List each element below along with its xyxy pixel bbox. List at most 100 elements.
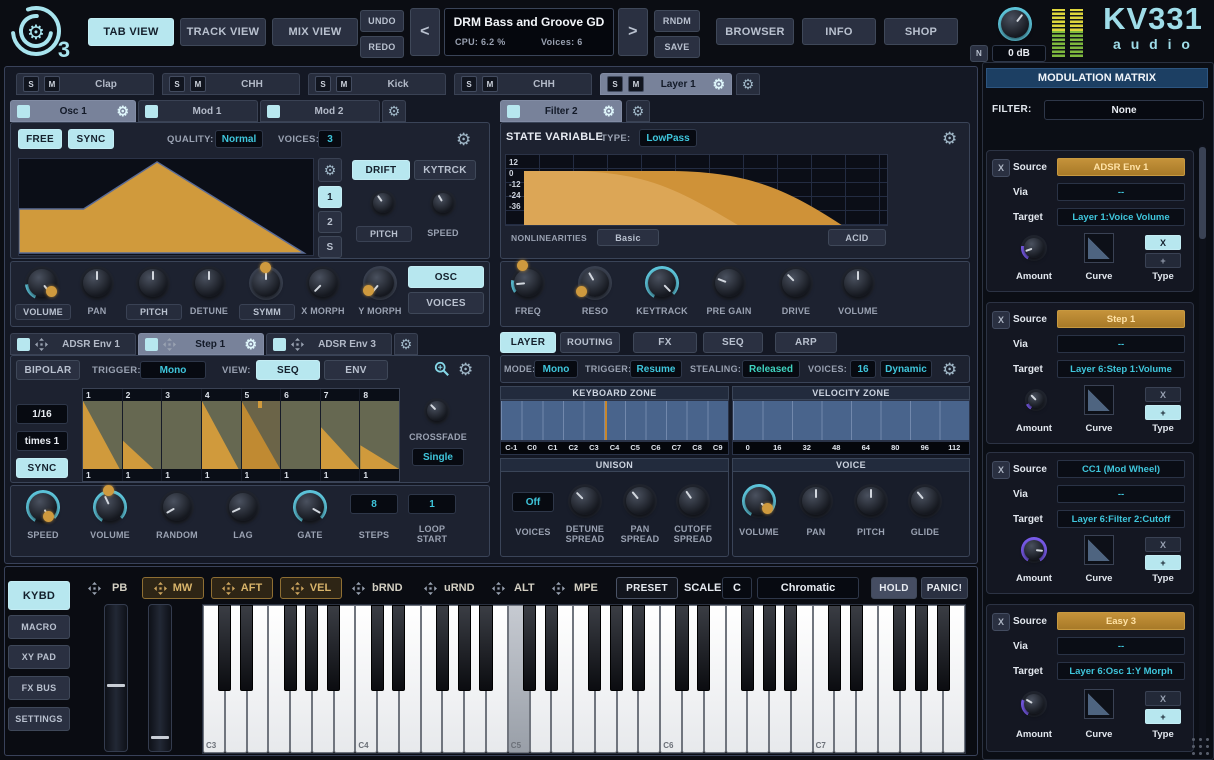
step-bar[interactable] <box>123 401 162 469</box>
mod-via-value[interactable]: -- <box>1057 637 1185 655</box>
vel-control[interactable]: VEL <box>280 577 342 599</box>
seq-lag-knob[interactable] <box>226 490 260 524</box>
step-cell[interactable]: 41 <box>202 389 242 481</box>
osc-detune-knob[interactable] <box>192 266 226 300</box>
redo-button[interactable]: REDO <box>360 36 404 58</box>
mod2-enable-checkbox[interactable] <box>267 105 280 118</box>
piano-key-black[interactable] <box>392 605 405 691</box>
scale-button[interactable]: SCALE <box>684 582 721 594</box>
preset-button[interactable]: PRESET <box>616 577 678 599</box>
oscillator-waveform-display[interactable] <box>18 158 314 256</box>
piano-key-black[interactable] <box>893 605 906 691</box>
mod-curve-selector[interactable] <box>1084 385 1114 415</box>
seq-tab-button[interactable]: SEQ <box>703 332 763 353</box>
seq-sync-button[interactable]: SYNC <box>16 458 68 478</box>
kybd-button[interactable]: KYBD <box>8 581 70 610</box>
seq-random-knob[interactable] <box>160 490 194 524</box>
osc-volume-knob[interactable] <box>25 266 59 300</box>
piano-key-black[interactable] <box>240 605 253 691</box>
mod-via-value[interactable]: -- <box>1057 183 1185 201</box>
seq-gear-icon[interactable]: ⚙ <box>458 361 473 378</box>
drift-button[interactable]: DRIFT <box>352 160 410 180</box>
mod-amount-knob[interactable] <box>1025 389 1047 411</box>
randomize-button[interactable]: RNDM <box>654 10 700 32</box>
mod-amount-knob[interactable] <box>1021 235 1047 261</box>
piano-key-black[interactable] <box>610 605 623 691</box>
layer-settings-gear-icon[interactable]: ⚙ <box>712 77 725 91</box>
piano-key-black[interactable] <box>284 605 297 691</box>
view-env-button[interactable]: ENV <box>324 360 388 380</box>
step-cell[interactable]: 61 <box>281 389 321 481</box>
mix-view-button[interactable]: MIX VIEW <box>272 18 358 46</box>
mod-via-value[interactable]: -- <box>1057 485 1185 503</box>
tab-adsr-env1[interactable]: ADSR Env 1 <box>10 333 136 355</box>
remove-slot-button[interactable]: X <box>992 311 1010 329</box>
filter-gear-icon[interactable]: ⚙ <box>942 130 957 147</box>
move-icon[interactable] <box>88 582 101 595</box>
prev-preset-button[interactable]: < <box>410 8 440 56</box>
info-button[interactable]: INFO <box>802 18 876 45</box>
tab-filter2[interactable]: Filter 2 ⚙ <box>500 100 622 122</box>
xy-pad-button[interactable]: XY PAD <box>8 645 70 669</box>
mod-type-plus-button[interactable]: + <box>1145 555 1181 570</box>
zoom-icon[interactable] <box>434 361 450 377</box>
piano-key-black[interactable] <box>784 605 797 691</box>
osc-sync-button[interactable]: SYNC <box>68 129 114 149</box>
wave-slot-s-button[interactable]: S <box>318 236 342 258</box>
scale-select[interactable]: Chromatic <box>757 577 859 599</box>
voice-volume-knob[interactable] <box>742 484 776 518</box>
seq-times-value[interactable]: times 1 <box>16 431 68 451</box>
mute-button[interactable]: M <box>190 76 206 92</box>
mod-amount-knob[interactable] <box>1021 691 1047 717</box>
cutoff-spread-knob[interactable] <box>676 484 710 518</box>
mod-filter-value[interactable]: None <box>1044 100 1204 120</box>
tab-mod1[interactable]: Mod 1 <box>138 100 258 122</box>
master-volume-knob[interactable] <box>998 7 1032 41</box>
quality-value[interactable]: Normal <box>215 130 263 148</box>
step-cell[interactable]: 31 <box>162 389 202 481</box>
piano-key-black[interactable] <box>675 605 688 691</box>
aft-control[interactable]: AFT <box>211 577 273 599</box>
tab-mod2[interactable]: Mod 2 <box>260 100 380 122</box>
nonlinearities-value-button[interactable]: Basic <box>597 229 659 246</box>
stealing-value[interactable]: Released <box>742 360 800 378</box>
mute-button[interactable]: M <box>44 76 60 92</box>
mod-type-x-button[interactable]: X <box>1145 387 1181 402</box>
arp-tab-button[interactable]: ARP <box>775 332 837 353</box>
osc-tabs-gear-button[interactable]: ⚙ <box>382 100 406 122</box>
move-icon[interactable] <box>35 338 48 351</box>
filter-response-display[interactable]: 12 0 -12 -24 -36 <box>505 154 888 226</box>
filter2-enable-checkbox[interactable] <box>507 105 520 118</box>
voice-pan-knob[interactable] <box>799 484 833 518</box>
mw-control[interactable]: MW <box>142 577 204 599</box>
macro-button[interactable]: MACRO <box>8 615 70 639</box>
panic-button[interactable]: PANIC! <box>921 577 968 599</box>
solo-button[interactable]: S <box>23 76 39 92</box>
solo-button[interactable]: S <box>607 76 623 92</box>
step1-gear-icon[interactable]: ⚙ <box>244 337 257 351</box>
step-cell[interactable]: 21 <box>123 389 163 481</box>
layer-tab-chh2[interactable]: S M CHH <box>454 73 592 95</box>
filter-type-value[interactable]: LowPass <box>639 129 697 147</box>
routing-tab-button[interactable]: ROUTING <box>560 332 620 353</box>
mute-button[interactable]: M <box>336 76 352 92</box>
mode-value[interactable]: Mono <box>534 360 578 378</box>
keytrack-button[interactable]: KYTRCK <box>414 160 476 180</box>
piano-key-black[interactable] <box>458 605 471 691</box>
voice-mode-value[interactable]: Dynamic <box>880 360 932 378</box>
step-bar[interactable] <box>360 401 399 469</box>
keyboard-zone[interactable] <box>500 400 729 441</box>
piano-key-black[interactable] <box>828 605 841 691</box>
filter2-gear-icon[interactable]: ⚙ <box>602 104 615 118</box>
remove-slot-button[interactable]: X <box>992 461 1010 479</box>
seq-gate-knob[interactable] <box>293 490 327 524</box>
shop-button[interactable]: SHOP <box>884 18 958 45</box>
osc-gear-icon[interactable]: ⚙ <box>456 131 471 148</box>
step-cell[interactable]: 71 <box>321 389 361 481</box>
mod-source-value[interactable]: Easy 3 <box>1057 612 1185 630</box>
voice-pitch-knob[interactable] <box>854 484 888 518</box>
mute-button[interactable]: M <box>628 76 644 92</box>
move-icon[interactable] <box>552 582 565 595</box>
scrollbar-thumb[interactable] <box>1199 147 1206 239</box>
mod-amount-knob[interactable] <box>1021 537 1047 563</box>
